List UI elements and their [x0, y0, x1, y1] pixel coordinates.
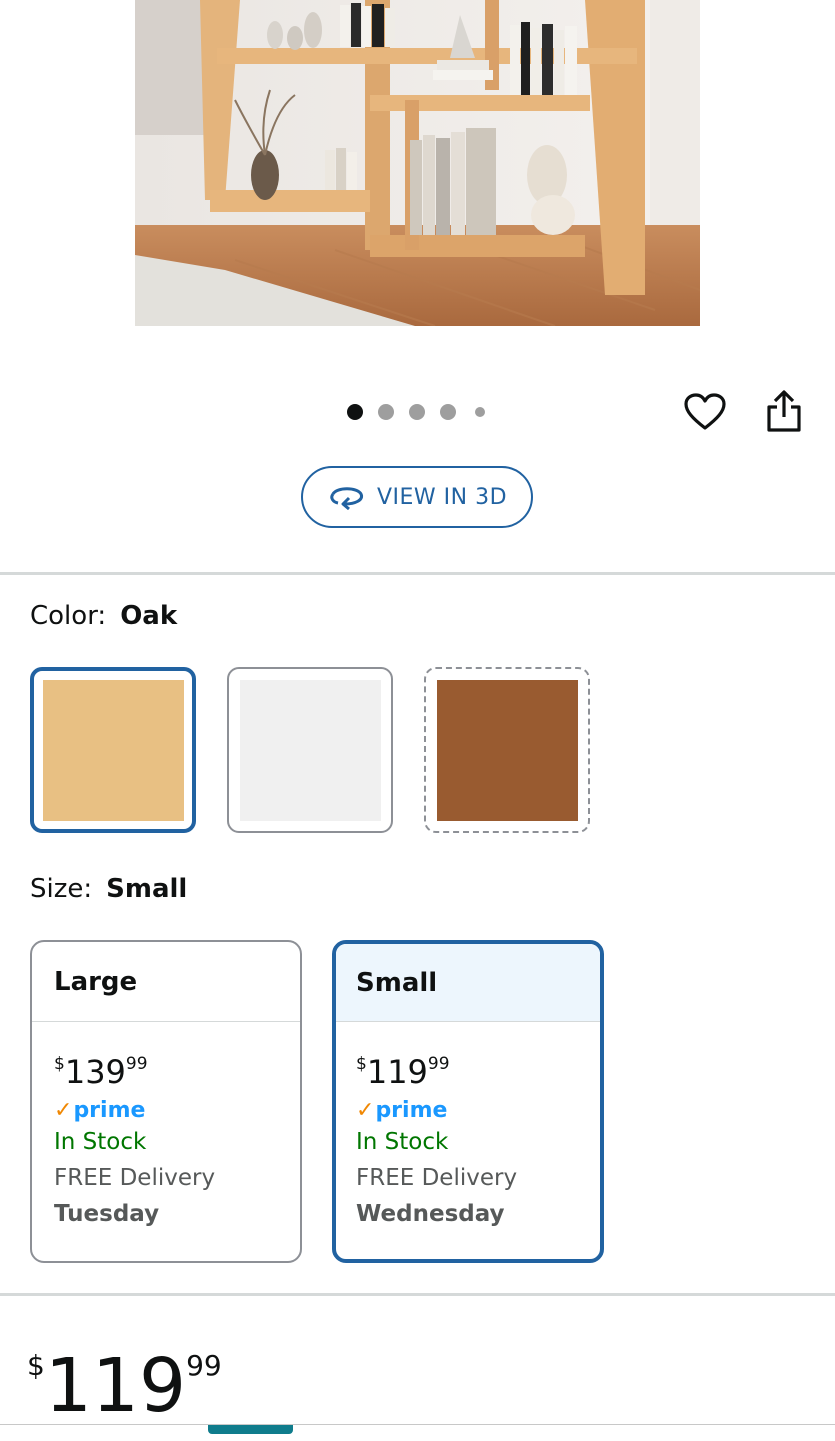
product-price: $11999: [27, 1326, 222, 1426]
view-in-3d-button[interactable]: VIEW IN 3D: [301, 466, 533, 528]
carousel-dot[interactable]: [378, 404, 394, 420]
stock-status: In Stock: [54, 1129, 147, 1155]
selected-size: Small: [106, 874, 188, 904]
prime-badge: ✓ prime: [54, 1098, 146, 1123]
size-option-small[interactable]: Small $11999 ✓ prime In Stock FREE Delive…: [332, 940, 604, 1263]
size-option-price: $13999: [54, 1053, 148, 1091]
color-swatch-walnut[interactable]: [424, 667, 590, 833]
section-divider: [0, 1293, 835, 1296]
price-dollars: 119: [44, 1343, 187, 1429]
bottom-bar: [0, 1424, 835, 1441]
share-icon: [767, 390, 801, 432]
product-image[interactable]: [135, 0, 700, 326]
swatch-fill: [42, 679, 184, 821]
selected-color: Oak: [120, 601, 178, 631]
size-label-row: Size: Small: [30, 874, 187, 904]
delivery-text: FREE Delivery: [54, 1165, 216, 1191]
color-swatch-white[interactable]: [227, 667, 393, 833]
stock-status: In Stock: [356, 1129, 449, 1155]
color-label-row: Color: Oak: [30, 601, 177, 631]
color-swatch-oak[interactable]: [30, 667, 196, 833]
carousel-dot-active[interactable]: [347, 404, 363, 420]
size-option-name: Small: [336, 944, 600, 1022]
carousel-dot[interactable]: [440, 404, 456, 420]
size-option-name: Large: [32, 942, 300, 1022]
size-label: Size:: [30, 874, 93, 904]
prime-check-icon: ✓: [54, 1098, 73, 1123]
price-currency: $: [27, 1349, 45, 1382]
wishlist-button[interactable]: [680, 388, 730, 436]
price-cents: 99: [186, 1349, 222, 1382]
size-option-large[interactable]: Large $13999 ✓ prime In Stock FREE Delive…: [30, 940, 302, 1263]
prime-check-icon: ✓: [356, 1098, 375, 1123]
carousel-dots[interactable]: [340, 398, 500, 426]
color-label: Color:: [30, 601, 107, 631]
delivery-day: Wednesday: [356, 1201, 505, 1227]
delivery-day: Tuesday: [54, 1201, 160, 1227]
section-divider: [0, 572, 835, 575]
carousel-dot[interactable]: [409, 404, 425, 420]
bookshelf-illustration: [135, 0, 700, 326]
bottom-tab-indicator[interactable]: [208, 1425, 293, 1434]
delivery-text: FREE Delivery: [356, 1165, 518, 1191]
view-in-3d-label: VIEW IN 3D: [376, 484, 508, 510]
rotate-3d-icon: [330, 487, 364, 510]
swatch-fill: [239, 679, 381, 821]
swatch-fill: [436, 679, 578, 821]
share-button[interactable]: [760, 386, 808, 436]
size-option-price: $11999: [356, 1053, 450, 1091]
heart-icon: [684, 393, 726, 430]
prime-badge: ✓ prime: [356, 1098, 448, 1123]
carousel-dot[interactable]: [475, 407, 485, 417]
